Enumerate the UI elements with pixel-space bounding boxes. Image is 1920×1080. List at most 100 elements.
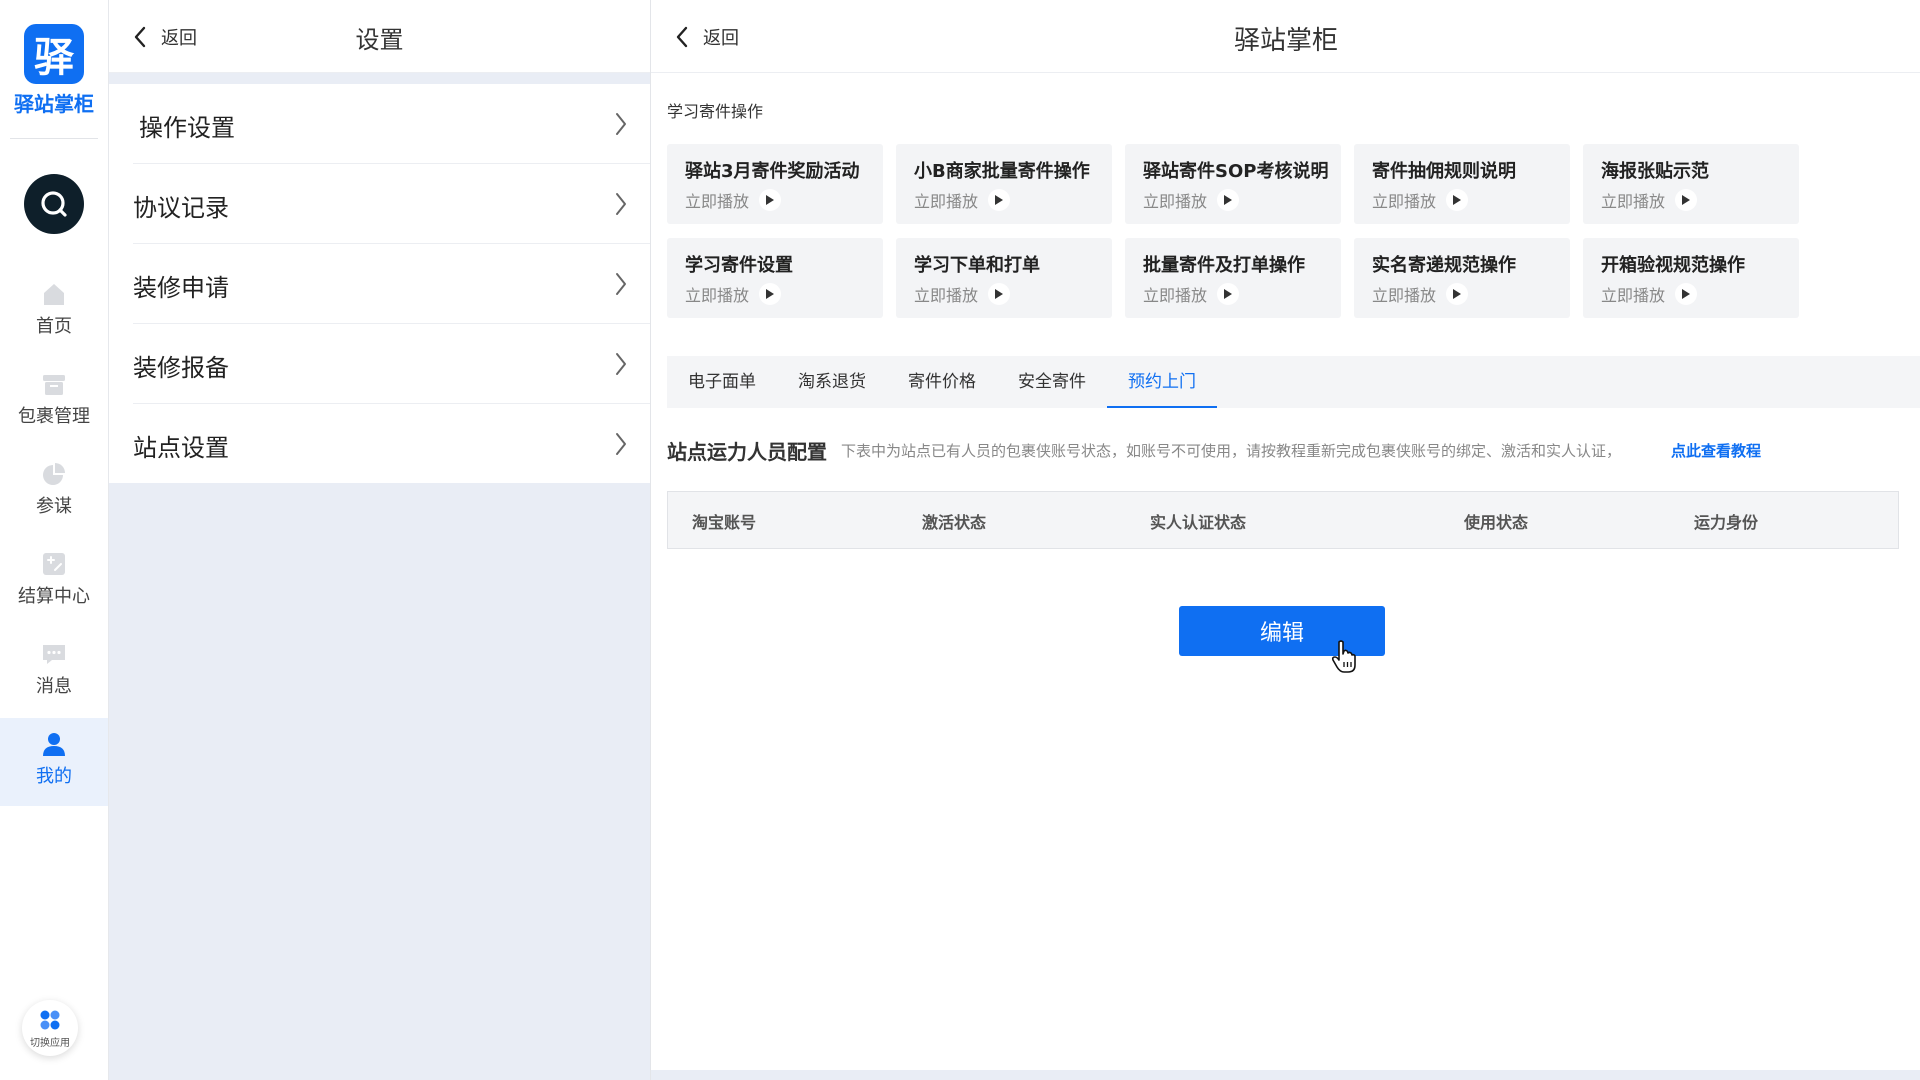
- column-header-capacity-role: 运力身份: [1694, 513, 1759, 532]
- video-card[interactable]: 驿站3月寄件奖励活动 立即播放: [667, 144, 883, 224]
- nav-messages-label: 消息: [36, 676, 72, 697]
- video-card[interactable]: 学习寄件设置 立即播放: [667, 238, 883, 318]
- settings-header: 返回 设置: [109, 0, 650, 73]
- settings-panel: 返回 设置 操作设置 协议记录 装修申请 装修报备 站点设置: [109, 0, 650, 1080]
- video-card[interactable]: 小B商家批量寄件操作 立即播放: [896, 144, 1112, 224]
- play-icon: [988, 189, 1011, 211]
- video-card-title: 批量寄件及打单操作: [1143, 255, 1305, 276]
- main-header: 返回 驿站掌柜: [651, 0, 1920, 73]
- tutorial-link[interactable]: 点此查看教程: [1671, 440, 1761, 461]
- video-card[interactable]: 寄件抽佣规则说明 立即播放: [1354, 144, 1570, 224]
- settings-item-label: 操作设置: [139, 114, 235, 142]
- home-icon: [44, 284, 64, 305]
- column-header-usage-status: 使用状态: [1464, 513, 1529, 532]
- play-icon: [1217, 189, 1240, 211]
- video-card-title: 海报张贴示范: [1601, 161, 1709, 182]
- play-icon: [1217, 283, 1240, 305]
- pie-chart-icon: [43, 463, 65, 485]
- nav-package-label: 包裹管理: [18, 406, 90, 427]
- play-icon: [1446, 189, 1469, 211]
- app-logo: 驿: [24, 24, 84, 84]
- play-now-link[interactable]: 立即播放: [914, 282, 1011, 306]
- settings-list: 操作设置 协议记录 装修申请 装修报备 站点设置: [109, 84, 650, 483]
- video-card-title: 驿站3月寄件奖励活动: [685, 161, 860, 182]
- play-icon: [1675, 189, 1698, 211]
- message-icon: [43, 645, 65, 664]
- play-now-label: 立即播放: [914, 286, 979, 305]
- settings-item-label: 站点设置: [133, 434, 229, 462]
- play-now-link[interactable]: 立即播放: [1372, 188, 1469, 212]
- switch-app-label: 切换应用: [30, 1038, 70, 1049]
- play-now-link[interactable]: 立即播放: [1372, 282, 1469, 306]
- video-card[interactable]: 海报张贴示范 立即播放: [1583, 144, 1799, 224]
- page-title: 驿站掌柜: [1233, 26, 1338, 56]
- settings-item-label: 协议记录: [133, 194, 229, 222]
- video-card[interactable]: 批量寄件及打单操作 立即播放: [1125, 238, 1341, 318]
- tab-safe-shipping[interactable]: 安全寄件: [997, 356, 1107, 408]
- column-header-taobao-account: 淘宝账号: [692, 513, 757, 532]
- settings-item-decoration-filing[interactable]: 装修报备: [133, 324, 650, 404]
- video-card[interactable]: 开箱验视规范操作 立即播放: [1583, 238, 1799, 318]
- tab-taobao-returns[interactable]: 淘系退货: [777, 356, 887, 408]
- video-card[interactable]: 学习下单和打单 立即播放: [896, 238, 1112, 318]
- settings-item-operation[interactable]: 操作设置: [133, 84, 650, 164]
- user-icon: [43, 733, 65, 756]
- main-panel: 返回 驿站掌柜 学习寄件操作 驿站3月寄件奖励活动 立即播放 小B商家批量寄件操…: [650, 0, 1920, 1080]
- play-now-label: 立即播放: [1143, 286, 1208, 305]
- chevron-right-icon: [616, 353, 626, 375]
- play-now-label: 立即播放: [1601, 286, 1666, 305]
- play-icon: [1446, 283, 1469, 305]
- staff-table-header: 淘宝账号 激活状态 实人认证状态 使用状态 运力身份: [667, 491, 1899, 549]
- video-card-title: 开箱验视规范操作: [1601, 255, 1745, 276]
- learning-section-label: 学习寄件操作: [667, 102, 764, 121]
- play-icon: [1675, 283, 1698, 305]
- app-name: 驿站掌柜: [14, 92, 94, 116]
- play-now-label: 立即播放: [914, 192, 979, 211]
- settings-item-label: 装修报备: [133, 354, 229, 382]
- switch-app-button[interactable]: 切换应用: [22, 1000, 78, 1056]
- settings-item-label: 装修申请: [133, 274, 229, 302]
- play-now-link[interactable]: 立即播放: [685, 188, 782, 212]
- nav-advisor[interactable]: 参谋: [0, 460, 108, 548]
- play-now-link[interactable]: 立即播放: [1601, 282, 1698, 306]
- tab-electronic-waybill[interactable]: 电子面单: [667, 356, 777, 408]
- nav-mine[interactable]: 我的: [0, 718, 108, 806]
- video-card-title: 学习下单和打单: [914, 255, 1040, 276]
- play-now-label: 立即播放: [1143, 192, 1208, 211]
- settings-title: 设置: [355, 26, 404, 54]
- settings-item-decoration-application[interactable]: 装修申请: [133, 244, 650, 324]
- config-description: 下表中为站点已有人员的包裹侠账号状态，如账号不可使用，请按教程重新完成包裹侠账号…: [841, 442, 1622, 460]
- chevron-right-icon: [616, 433, 626, 455]
- settings-item-agreement-records[interactable]: 协议记录: [133, 164, 650, 244]
- left-nav-rail: 驿 驿站掌柜 首页 包裹管理 参谋 结算中心 消息 我的 切换应用: [0, 0, 109, 1080]
- settings-item-station[interactable]: 站点设置: [133, 404, 650, 483]
- video-card-title: 小B商家批量寄件操作: [914, 161, 1090, 182]
- nav-messages[interactable]: 消息: [0, 640, 108, 728]
- play-now-link[interactable]: 立即播放: [914, 188, 1011, 212]
- chevron-right-icon: [616, 193, 626, 215]
- video-card[interactable]: 实名寄递规范操作 立即播放: [1354, 238, 1570, 318]
- nav-home[interactable]: 首页: [0, 280, 108, 368]
- video-card-title: 学习寄件设置: [685, 255, 793, 276]
- column-header-real-name-status: 实人认证状态: [1150, 513, 1247, 532]
- video-card-title: 实名寄递规范操作: [1372, 255, 1516, 276]
- nav-package-management[interactable]: 包裹管理: [0, 370, 108, 458]
- nav-settlement-center[interactable]: 结算中心: [0, 550, 108, 638]
- play-now-link[interactable]: 立即播放: [1143, 282, 1240, 306]
- column-header-activation-status: 激活状态: [922, 513, 987, 532]
- nav-settlement-label: 结算中心: [18, 586, 90, 607]
- tab-shipping-price[interactable]: 寄件价格: [887, 356, 997, 408]
- play-icon: [759, 283, 782, 305]
- tab-bar: 电子面单 淘系退货 寄件价格 安全寄件 预约上门: [667, 356, 1920, 408]
- chevron-right-icon: [616, 273, 626, 295]
- config-section-title: 站点运力人员配置: [667, 440, 827, 464]
- tab-scheduled-pickup[interactable]: 预约上门: [1107, 356, 1217, 408]
- play-now-label: 立即播放: [1372, 286, 1437, 305]
- play-now-link[interactable]: 立即播放: [685, 282, 782, 306]
- play-now-link[interactable]: 立即播放: [1143, 188, 1240, 212]
- play-now-label: 立即播放: [685, 286, 750, 305]
- play-now-link[interactable]: 立即播放: [1601, 188, 1698, 212]
- search-button[interactable]: [24, 174, 84, 234]
- settlement-icon: [43, 553, 65, 575]
- video-card[interactable]: 驿站寄件SOP考核说明 立即播放: [1125, 144, 1341, 224]
